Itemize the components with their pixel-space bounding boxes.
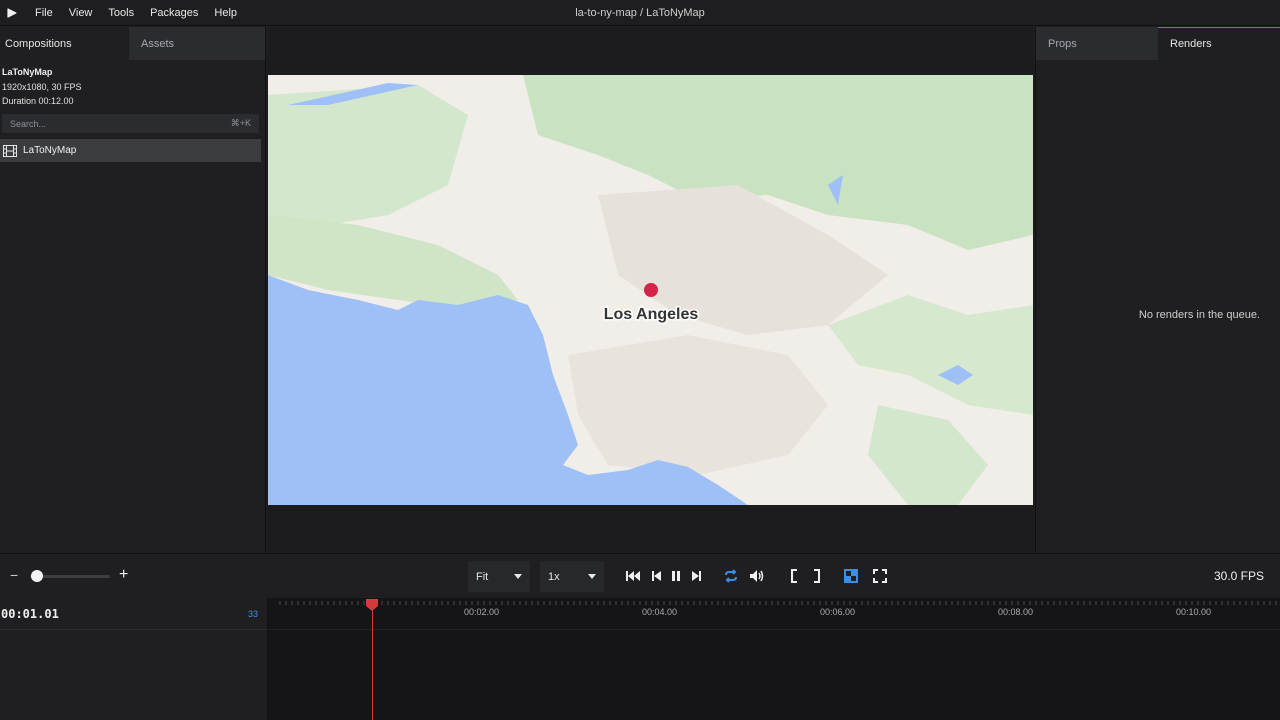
step-back-icon xyxy=(652,571,661,581)
composition-duration: Duration 00:12.00 xyxy=(2,96,74,106)
timeline-ruler[interactable]: 00:02.00 00:04.00 00:06.00 00:08.00 00:1… xyxy=(268,598,1280,630)
composition-resolution: 1920x1080, 30 FPS xyxy=(2,81,82,92)
fit-select-value: Fit xyxy=(476,570,489,583)
app-logo-icon xyxy=(7,7,17,18)
fullscreen-button[interactable] xyxy=(871,568,889,584)
location-marker xyxy=(644,283,658,297)
out-point-button[interactable] xyxy=(808,568,826,584)
menu-help[interactable]: Help xyxy=(206,7,245,19)
zoom-slider-knob[interactable] xyxy=(31,570,43,582)
loop-icon xyxy=(725,569,737,583)
map-city-label: Los Angeles xyxy=(604,306,699,323)
current-timecode: 00:01.01 xyxy=(1,607,59,621)
checkerboard-icon xyxy=(844,569,858,583)
pause-icon xyxy=(672,571,680,581)
checkerboard-button[interactable] xyxy=(842,568,860,584)
renders-panel: Props Renders No renders in the queue. xyxy=(1035,27,1280,553)
compositions-panel: Compositions Assets LaToNyMap 1920x1080,… xyxy=(0,27,266,553)
step-forward-icon xyxy=(692,571,701,581)
menu-packages[interactable]: Packages xyxy=(142,7,206,19)
renders-empty-message: No renders in the queue. xyxy=(1138,309,1260,321)
current-frame: 33 xyxy=(248,609,259,619)
zoom-in-button[interactable]: + xyxy=(119,566,128,584)
ruler-label: 00:06.00 xyxy=(820,607,856,617)
composition-list-item[interactable]: LaToNyMap xyxy=(0,139,261,162)
ruler-label: 00:04.00 xyxy=(642,607,678,617)
chevron-down-icon xyxy=(514,574,522,579)
in-point-button[interactable] xyxy=(785,568,803,584)
search-placeholder: Search... xyxy=(10,118,47,129)
in-point-icon xyxy=(791,569,797,583)
right-tabs: Props Renders xyxy=(1036,27,1280,60)
ruler-ticks xyxy=(279,601,1277,605)
composition-list-label: LaToNyMap xyxy=(23,145,77,156)
search-shortcut: ⌘+K xyxy=(230,118,251,128)
volume-button[interactable] xyxy=(748,568,766,584)
menubar: File View Tools Packages Help la-to-ny-m… xyxy=(0,0,1280,26)
tab-renders[interactable]: Renders xyxy=(1158,27,1280,60)
ruler-label: 00:08.00 xyxy=(998,607,1034,617)
map-canvas: Los Angeles xyxy=(268,75,1033,505)
volume-icon xyxy=(750,570,764,582)
fit-select[interactable]: Fit xyxy=(468,561,530,592)
jump-to-start-button[interactable] xyxy=(624,568,642,584)
ruler-label: 00:02.00 xyxy=(464,607,500,617)
composition-name: LaToNyMap xyxy=(2,67,53,77)
fullscreen-icon xyxy=(873,569,887,583)
playback-controls: − + Fit 1x 30.0 FPS xyxy=(0,553,1280,598)
step-forward-button[interactable] xyxy=(688,568,706,584)
menu-file[interactable]: File xyxy=(27,7,61,19)
out-point-icon xyxy=(814,569,820,583)
composition-info: LaToNyMap 1920x1080, 30 FPS Duration 00:… xyxy=(0,60,265,114)
search-input[interactable]: Search... ⌘+K xyxy=(2,114,259,133)
speed-select[interactable]: 1x xyxy=(540,561,604,592)
menu-view[interactable]: View xyxy=(61,7,101,19)
step-back-button[interactable] xyxy=(647,568,665,584)
pause-button[interactable] xyxy=(667,568,685,584)
map-graphic: Los Angeles xyxy=(268,75,1033,505)
speed-select-value: 1x xyxy=(548,570,560,583)
timeline-header: 00:01.01 33 xyxy=(0,598,268,720)
film-icon xyxy=(3,144,17,157)
zoom-out-button[interactable]: − xyxy=(10,567,18,583)
tab-compositions[interactable]: Compositions xyxy=(0,27,129,60)
timeline-divider xyxy=(0,629,268,630)
menu-tools[interactable]: Tools xyxy=(100,7,142,19)
fps-readout: 30.0 FPS xyxy=(1213,569,1264,583)
jump-to-start-icon xyxy=(626,571,640,581)
chevron-down-icon xyxy=(588,574,596,579)
loop-button[interactable] xyxy=(722,568,740,584)
preview-area: Los Angeles xyxy=(267,27,1034,553)
tab-assets[interactable]: Assets xyxy=(129,27,265,60)
timeline[interactable]: 00:01.01 33 00:02.00 00:04.00 00:06.00 0… xyxy=(0,598,1280,720)
playhead-line xyxy=(372,604,373,720)
tab-props[interactable]: Props xyxy=(1036,27,1158,60)
left-tabs: Compositions Assets xyxy=(0,27,265,60)
ruler-label: 00:10.00 xyxy=(1176,607,1212,617)
